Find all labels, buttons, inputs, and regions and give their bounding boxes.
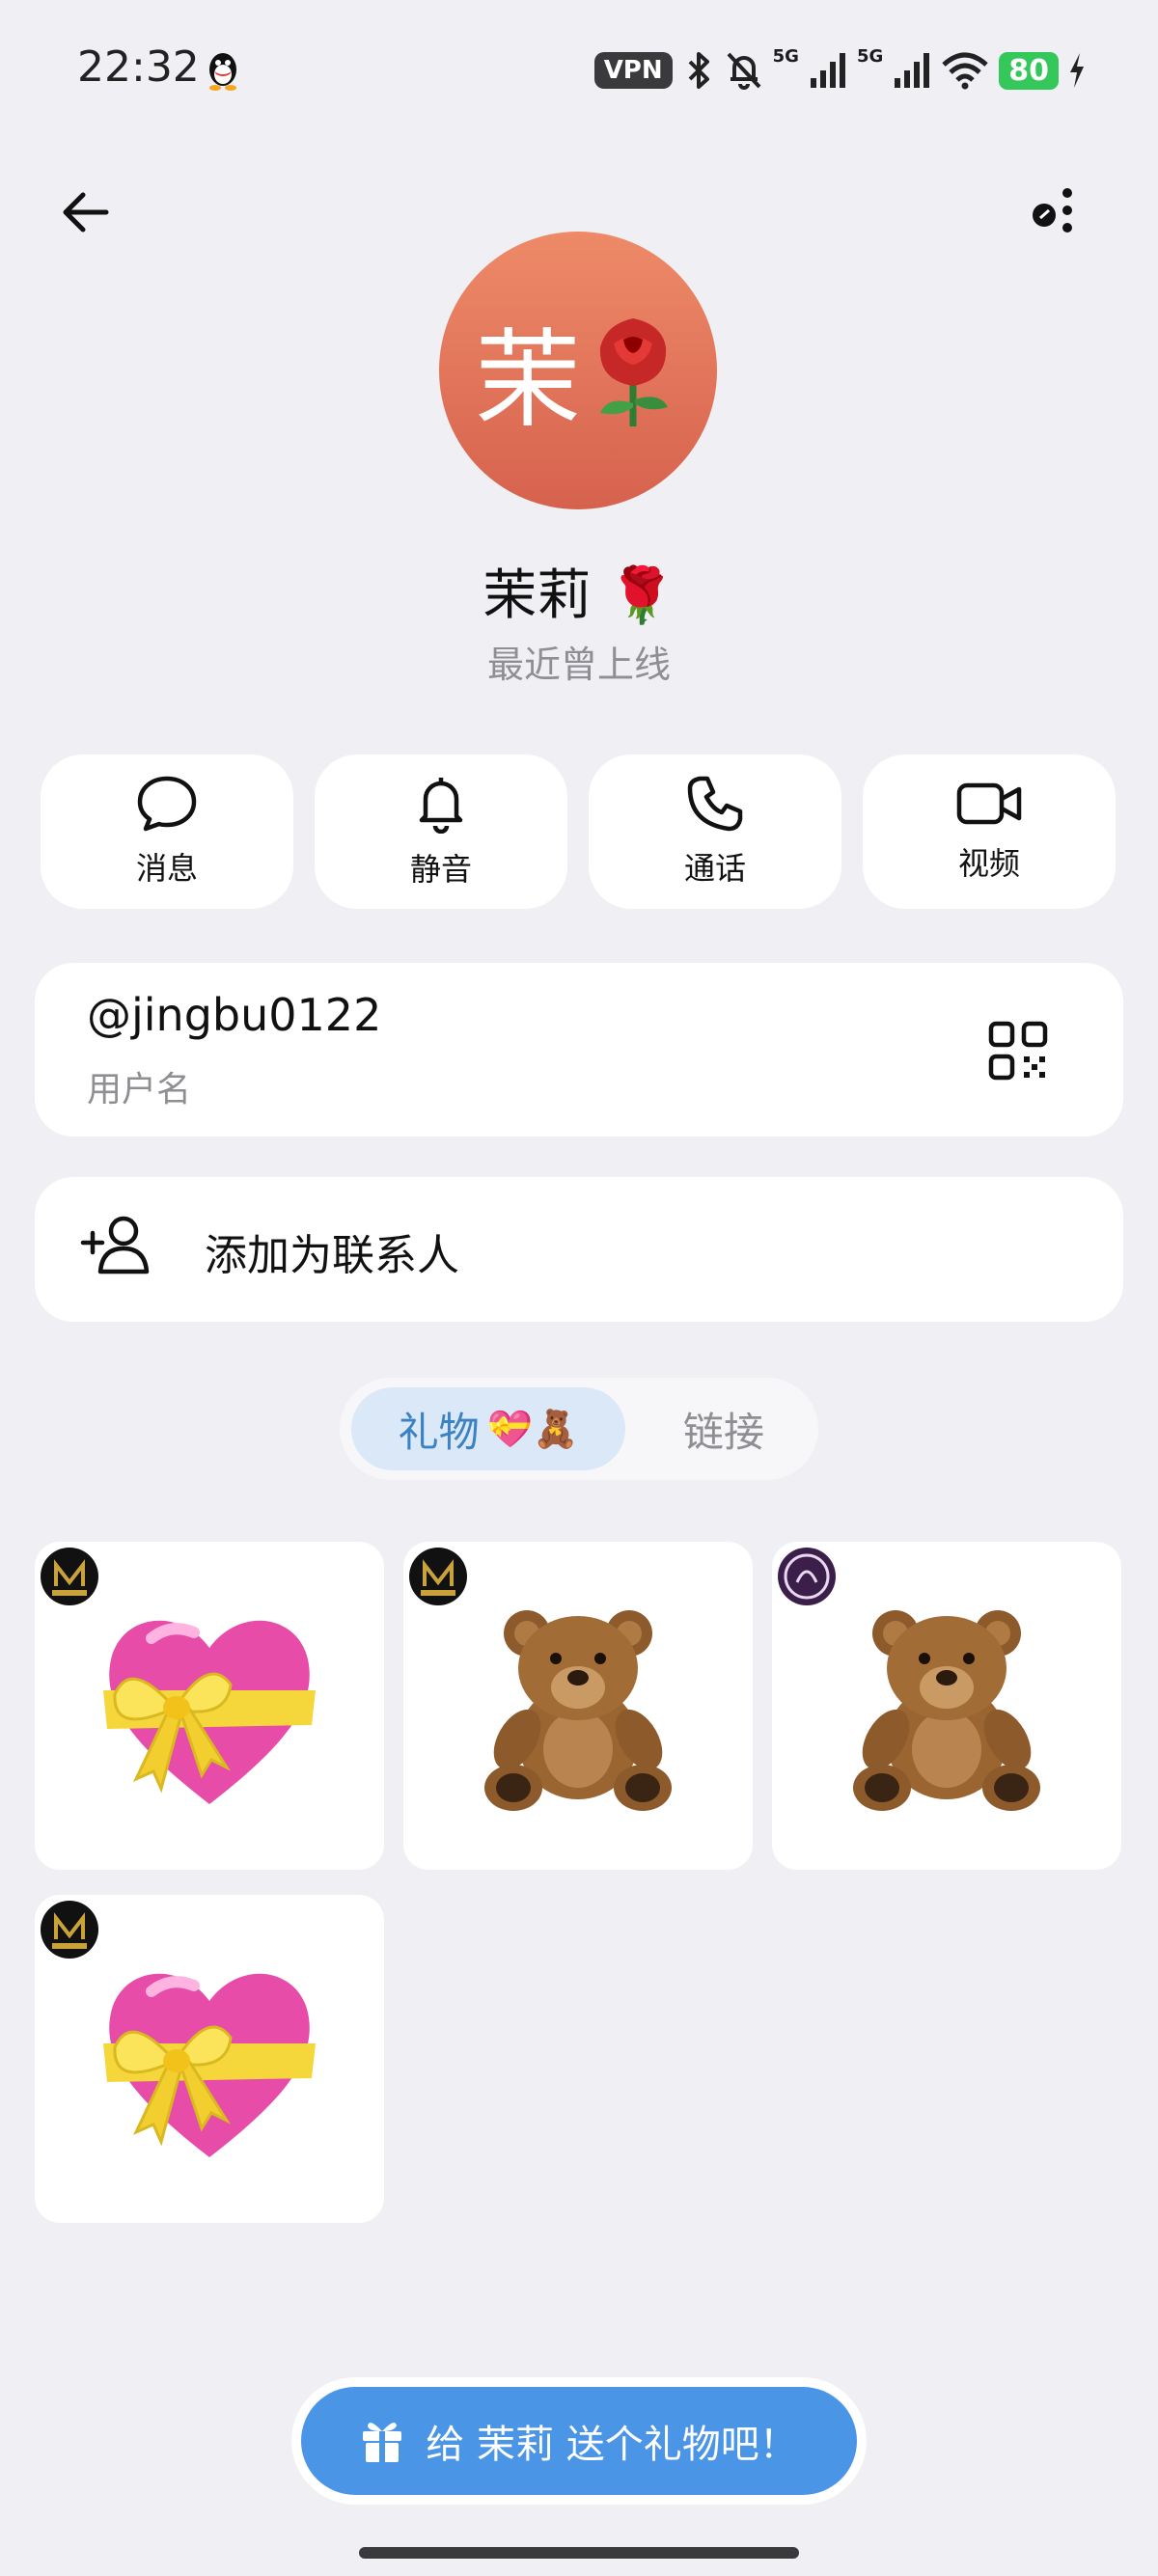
- call-button[interactable]: 通话: [589, 754, 841, 909]
- rose-icon: [599, 318, 668, 426]
- back-button[interactable]: [56, 183, 114, 241]
- battery-level: 80: [999, 51, 1059, 90]
- qr-code-icon: [988, 1021, 1048, 1081]
- status-time: 22:32: [77, 42, 200, 92]
- more-vertical-icon: [1033, 188, 1072, 233]
- home-indicator[interactable]: [359, 2547, 799, 2559]
- bell-off-icon: [727, 52, 761, 90]
- bluetooth-icon: [688, 52, 709, 89]
- bell-icon: [419, 778, 463, 834]
- heart-ribbon-icon: [103, 1973, 316, 2157]
- mute-button[interactable]: 静音: [315, 754, 567, 909]
- qq-notification-icon: [201, 48, 245, 93]
- call-button-label: 通话: [683, 850, 746, 887]
- message-button-label: 消息: [135, 850, 198, 887]
- send-gift-label: 给 茉莉 送个礼物吧！: [426, 2423, 798, 2467]
- nmc-badge-icon: [41, 1901, 98, 1959]
- gift-icon: [363, 2423, 402, 2462]
- username-label: 用户名: [87, 1070, 192, 1110]
- signal-icon: [895, 53, 930, 88]
- purple-seal-badge-icon: [778, 1548, 836, 1605]
- wifi-icon: [942, 52, 988, 90]
- profile-name-row: 茉莉 🌹: [0, 552, 1158, 630]
- username-value: @jingbu0122: [87, 989, 382, 1041]
- signal2-label: 5G: [856, 46, 884, 67]
- teddy-bear-icon: [853, 1610, 1040, 1811]
- more-options-button[interactable]: [1023, 183, 1081, 241]
- add-contact-button[interactable]: [35, 1177, 1123, 1322]
- avatar[interactable]: 茉: [439, 232, 717, 509]
- gift-tile[interactable]: [35, 1542, 384, 1870]
- add-contact-label: 添加为联系人: [205, 1231, 459, 1280]
- last-seen-status: 最近曾上线: [486, 644, 671, 686]
- vpn-badge: VPN: [593, 52, 673, 89]
- tab-links[interactable]: 链接: [637, 1387, 811, 1470]
- arrow-left-icon: [63, 192, 109, 233]
- heart-ribbon-icon: [103, 1620, 316, 1804]
- message-icon: [137, 776, 197, 832]
- tab-gifts-label: 礼物: [398, 1408, 480, 1456]
- gift-tile[interactable]: [35, 1895, 384, 2223]
- tab-gifts-emoji: 💝🧸: [486, 1407, 579, 1450]
- gift-tile[interactable]: [772, 1542, 1121, 1870]
- qr-code-button[interactable]: [988, 1021, 1048, 1081]
- video-button-label: 视频: [957, 845, 1020, 882]
- signal1-label: 5G: [772, 46, 799, 67]
- gift-tile[interactable]: [403, 1542, 753, 1870]
- profile-name: 茉莉 🌹: [482, 564, 676, 627]
- avatar-initial: 茉: [475, 318, 581, 442]
- tab-gifts[interactable]: 礼物 💝🧸: [351, 1387, 625, 1470]
- status-icons: VPN 5G 5G 80: [593, 46, 1086, 95]
- send-gift-button[interactable]: 给 茉莉 送个礼物吧！: [301, 2387, 857, 2495]
- phone-icon: [687, 776, 743, 832]
- teddy-bear-icon: [484, 1610, 672, 1811]
- video-icon: [956, 782, 1022, 825]
- add-user-icon: [79, 1214, 152, 1277]
- nmc-badge-icon: [41, 1548, 98, 1605]
- mute-button-label: 静音: [409, 851, 472, 888]
- video-button[interactable]: 视频: [863, 754, 1116, 909]
- charging-icon: [1070, 53, 1084, 88]
- message-button[interactable]: 消息: [41, 754, 293, 909]
- signal-icon: [810, 53, 845, 88]
- nmc-badge-icon: [409, 1548, 467, 1605]
